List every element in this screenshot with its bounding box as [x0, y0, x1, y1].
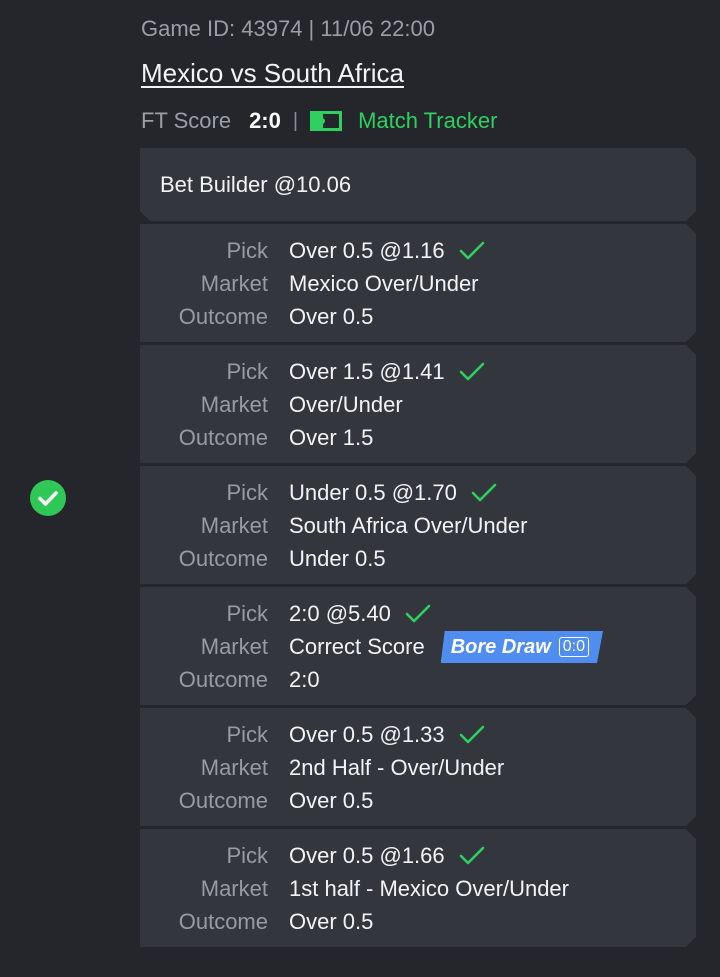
pick-label: Pick: [226, 480, 268, 505]
check-icon: [459, 362, 485, 382]
check-circle-icon: [30, 480, 66, 516]
market-value: 1st half - Mexico Over/Under: [289, 876, 569, 901]
ft-score-label: FT Score: [141, 108, 232, 133]
outcome-row: Outcome Over 0.5: [140, 909, 373, 935]
pick-label: Pick: [226, 843, 268, 868]
pick-value: Over 0.5 @1.16: [289, 238, 445, 263]
outcome-value: Under 0.5: [289, 546, 386, 571]
market-value: Mexico Over/Under: [289, 271, 479, 296]
leg-card: Pick Under 0.5 @1.70 Market South Africa…: [140, 466, 696, 584]
outcome-row: Outcome Under 0.5: [140, 546, 386, 572]
outcome-label: Outcome: [178, 667, 268, 692]
market-label: Market: [200, 755, 268, 780]
pick-value: Over 0.5 @1.66: [289, 843, 445, 868]
market-label: Market: [200, 876, 268, 901]
market-row: Market Over/Under: [140, 392, 403, 418]
market-label: Market: [200, 634, 268, 659]
outcome-value: Over 0.5: [289, 304, 374, 329]
match-tracker-label: Match Tracker: [358, 108, 498, 133]
market-row: Market Correct Score Bore Draw 0:0: [140, 634, 603, 660]
pick-value: Over 1.5 @1.41: [289, 359, 445, 384]
outcome-label: Outcome: [178, 425, 268, 450]
outcome-row: Outcome Over 0.5: [140, 304, 373, 330]
pick-row: Pick Over 1.5 @1.41: [140, 359, 485, 385]
pick-label: Pick: [226, 359, 268, 384]
market-row: Market Mexico Over/Under: [140, 271, 479, 297]
outcome-value: 2:0: [289, 667, 320, 692]
outcome-row: Outcome Over 0.5: [140, 788, 373, 814]
market-label: Market: [200, 271, 268, 296]
market-value: 2nd Half - Over/Under: [289, 755, 505, 780]
outcome-label: Outcome: [178, 304, 268, 329]
pick-row: Pick Under 0.5 @1.70: [140, 480, 497, 506]
badge-label: Bore Draw: [450, 635, 551, 658]
ft-score-value: 2:0: [249, 108, 281, 133]
check-icon: [459, 846, 485, 866]
pick-label: Pick: [226, 601, 268, 626]
leg-card: Pick Over 0.5 @1.33 Market 2nd Half - Ov…: [140, 708, 696, 826]
match-title-link[interactable]: Mexico vs South Africa: [141, 58, 404, 89]
market-row: Market South Africa Over/Under: [140, 513, 527, 539]
score-line: FT Score 2:0 | Match Tracker: [141, 107, 497, 135]
market-value: Correct Score: [289, 634, 425, 659]
leg-card: Pick Over 1.5 @1.41 Market Over/Under Ou…: [140, 345, 696, 463]
pick-row: Pick Over 0.5 @1.16: [140, 238, 485, 264]
outcome-value: Over 0.5: [289, 788, 374, 813]
pick-value: Over 0.5 @1.33: [289, 722, 445, 747]
check-icon: [405, 604, 431, 624]
pick-row: Pick Over 0.5 @1.66: [140, 843, 485, 869]
outcome-label: Outcome: [178, 788, 268, 813]
market-value: Over/Under: [289, 392, 403, 417]
leg-card: Pick 2:0 @5.40 Market Correct Score Bore…: [140, 587, 696, 705]
check-icon: [459, 725, 485, 745]
leg-card: Pick Over 0.5 @1.16 Market Mexico Over/U…: [140, 224, 696, 342]
bet-builder-title: Bet Builder @10.06: [160, 172, 352, 197]
separator: |: [292, 109, 299, 132]
market-label: Market: [200, 392, 268, 417]
market-row: Market 1st half - Mexico Over/Under: [140, 876, 569, 902]
market-label: Market: [200, 513, 268, 538]
bore-draw-badge: Bore Draw 0:0: [441, 631, 603, 663]
pick-row: Pick Over 0.5 @1.33: [140, 722, 485, 748]
field-icon: [310, 111, 343, 131]
market-row: Market 2nd Half - Over/Under: [140, 755, 504, 781]
outcome-value: Over 0.5: [289, 909, 374, 934]
market-value: South Africa Over/Under: [289, 513, 528, 538]
outcome-row: Outcome Over 1.5: [140, 425, 373, 451]
pick-row: Pick 2:0 @5.40: [140, 601, 431, 627]
check-icon: [459, 241, 485, 261]
outcome-row: Outcome 2:0: [140, 667, 320, 693]
pick-value: Under 0.5 @1.70: [289, 480, 457, 505]
badge-score: 0:0: [559, 637, 589, 657]
game-id: Game ID: 43974 | 11/06 22:00: [141, 16, 435, 41]
pick-label: Pick: [226, 722, 268, 747]
leg-card: Pick Over 0.5 @1.66 Market 1st half - Me…: [140, 829, 696, 947]
check-icon: [471, 483, 497, 503]
outcome-value: Over 1.5: [289, 425, 374, 450]
pick-label: Pick: [226, 238, 268, 263]
match-tracker-link[interactable]: Match Tracker: [310, 108, 497, 134]
pick-value: 2:0 @5.40: [289, 601, 391, 626]
outcome-label: Outcome: [178, 909, 268, 934]
bet-builder-card: Bet Builder @10.06: [140, 148, 696, 221]
outcome-label: Outcome: [178, 546, 268, 571]
